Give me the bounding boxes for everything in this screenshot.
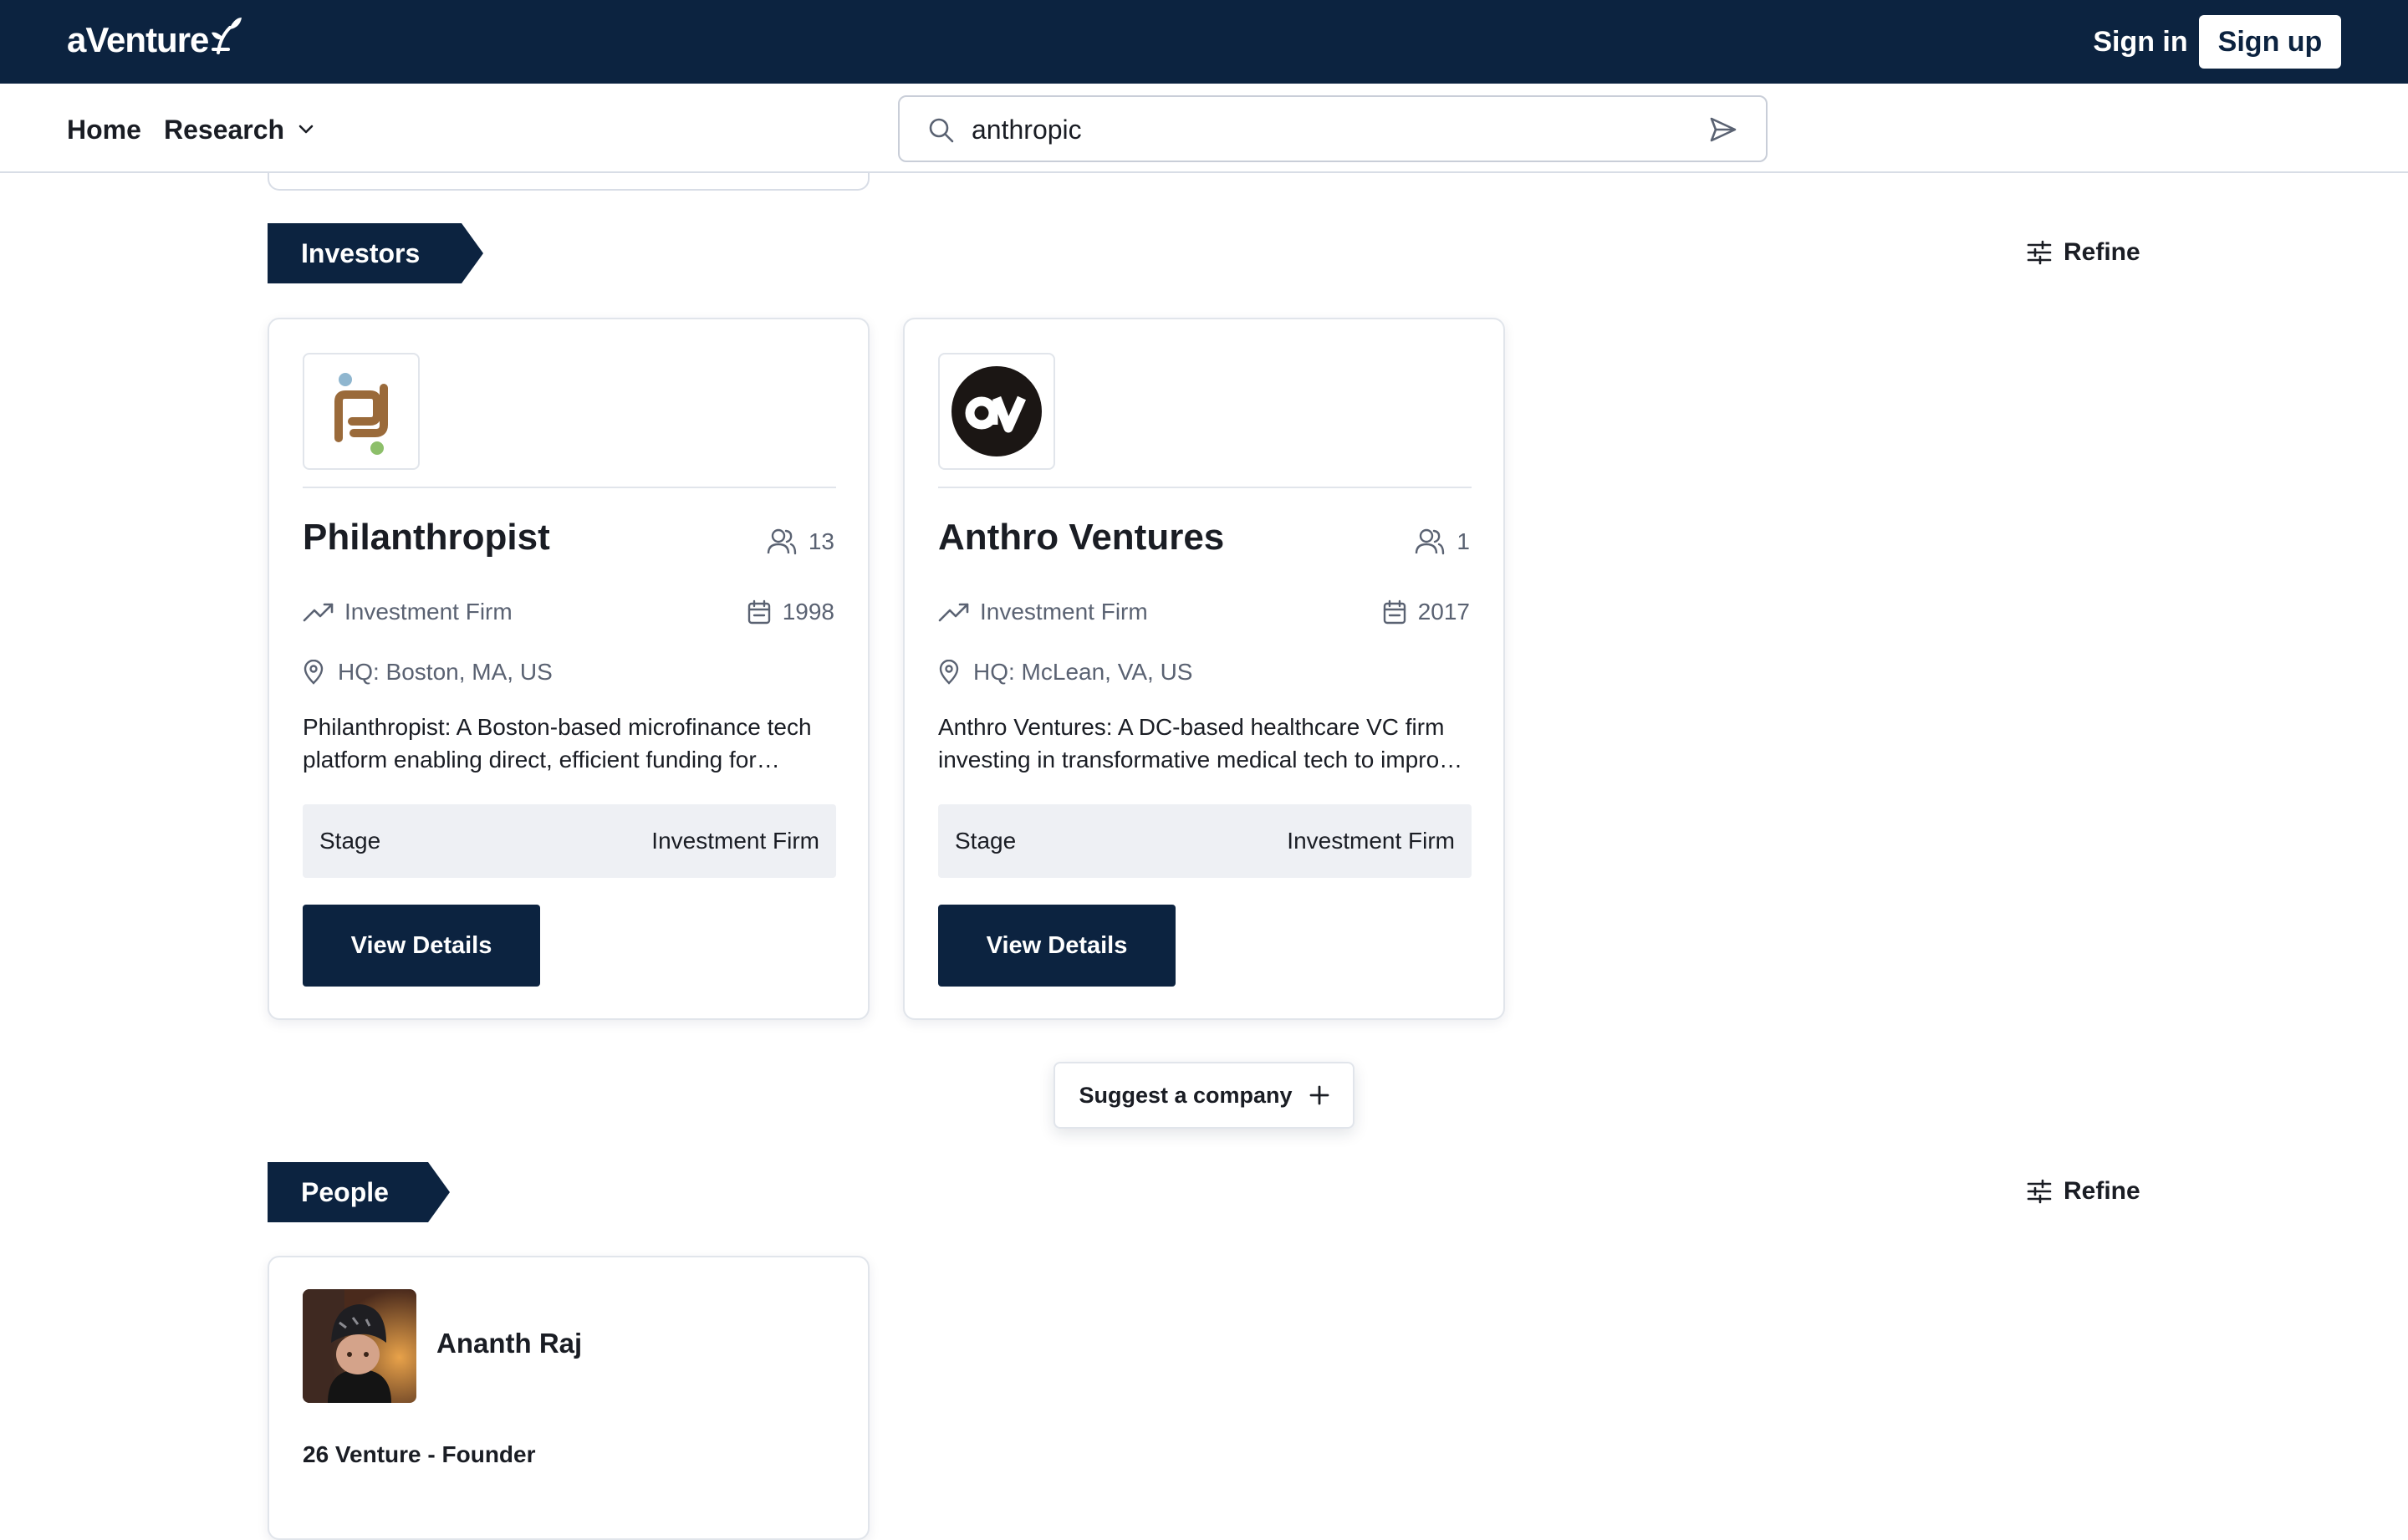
- investor-card[interactable]: Philanthropist 13 Investment Firm 1998 H…: [268, 318, 870, 1020]
- view-details-button[interactable]: View Details: [303, 905, 540, 987]
- founded-year: 1998: [747, 595, 834, 629]
- stage-value: Investment Firm: [651, 828, 819, 854]
- search-bar: [898, 95, 1768, 162]
- send-icon[interactable]: [1709, 115, 1737, 144]
- stage-label: Stage: [319, 828, 381, 854]
- view-details-button[interactable]: View Details: [938, 905, 1176, 987]
- search-icon: [929, 118, 954, 143]
- users-icon: [1416, 528, 1445, 555]
- investor-description: Anthro Ventures: A DC-based healthcare V…: [938, 714, 1464, 773]
- stage-row: Stage Investment Firm: [938, 804, 1472, 878]
- nav-research-label: Research: [164, 114, 285, 145]
- nav-research-menu[interactable]: Research: [164, 109, 314, 150]
- plus-icon: [1309, 1085, 1329, 1105]
- calendar-icon: [1383, 599, 1406, 625]
- founded-year-value: 2017: [1417, 599, 1470, 625]
- investors-section-tag: Investors: [268, 223, 483, 283]
- secondary-nav: Home Research: [0, 84, 2408, 173]
- stage-label: Stage: [955, 828, 1017, 854]
- calendar-icon: [747, 599, 770, 625]
- sprout-icon: [212, 18, 242, 54]
- investor-name[interactable]: Philanthropist: [303, 517, 550, 558]
- investors-refine-button[interactable]: Refine: [2027, 232, 2140, 273]
- logo-text: aVenture: [67, 20, 209, 59]
- sign-in-button[interactable]: Sign in: [2065, 18, 2216, 65]
- sliders-icon: [2027, 1179, 2052, 1204]
- anthro-ventures-logo: [951, 366, 1042, 456]
- founded-year: 2017: [1383, 595, 1470, 629]
- search-input[interactable]: [972, 109, 1707, 150]
- headquarters-label: HQ: Boston, MA, US: [338, 659, 553, 685]
- investor-type-label: Investment Firm: [344, 599, 513, 625]
- sliders-icon: [2027, 240, 2052, 265]
- founded-year-value: 1998: [782, 599, 834, 625]
- users-icon: [767, 528, 797, 555]
- trending-up-icon: [303, 603, 334, 622]
- card-divider: [938, 487, 1472, 488]
- person-role: 26 Venture - Founder: [303, 1441, 536, 1467]
- headquarters: HQ: Boston, MA, US: [303, 655, 553, 689]
- person-name[interactable]: Ananth Raj: [436, 1328, 582, 1359]
- headquarters: HQ: McLean, VA, US: [938, 655, 1192, 689]
- location-pin-icon: [304, 660, 324, 685]
- people-refine-button[interactable]: Refine: [2027, 1170, 2140, 1212]
- headquarters-label: HQ: McLean, VA, US: [973, 659, 1193, 685]
- sign-up-button[interactable]: Sign up: [2199, 15, 2341, 69]
- location-pin-icon: [939, 660, 959, 685]
- investor-logo: [303, 353, 420, 470]
- avatar: [303, 1289, 416, 1403]
- investor-card[interactable]: Anthro Ventures 1 Investment Firm 2017 H…: [903, 318, 1505, 1020]
- investor-type: Investment Firm: [938, 595, 1148, 629]
- member-count: 1: [1415, 525, 1470, 558]
- stage-value: Investment Firm: [1287, 828, 1455, 854]
- investor-name[interactable]: Anthro Ventures: [938, 517, 1224, 558]
- top-bar: aVenture Sign in Sign up: [0, 0, 2408, 84]
- trending-up-icon: [938, 603, 969, 622]
- investor-type-label: Investment Firm: [980, 599, 1148, 625]
- investor-description: Philanthropist: A Boston-based microfina…: [303, 714, 812, 773]
- member-count: 13: [767, 525, 834, 558]
- investor-type: Investment Firm: [303, 595, 513, 629]
- nav-home-link[interactable]: Home: [67, 109, 141, 150]
- refine-label: Refine: [2064, 1177, 2140, 1205]
- suggest-company-button[interactable]: Suggest a company: [1054, 1062, 1354, 1129]
- stage-row: Stage Investment Firm: [303, 804, 836, 878]
- card-divider: [303, 487, 836, 488]
- chevron-down-icon: [298, 125, 314, 134]
- person-photo: [303, 1289, 416, 1403]
- people-section-tag: People: [268, 1162, 450, 1222]
- suggest-company-label: Suggest a company: [1079, 1082, 1293, 1108]
- philanthropist-logo: [334, 373, 388, 455]
- member-count-value: 13: [808, 528, 834, 554]
- refine-label: Refine: [2064, 238, 2140, 266]
- investor-logo: [938, 353, 1055, 470]
- logo[interactable]: aVenture: [67, 15, 243, 65]
- member-count-value: 1: [1457, 528, 1470, 554]
- person-card[interactable]: Ananth Raj 26 Venture - Founder: [268, 1256, 870, 1540]
